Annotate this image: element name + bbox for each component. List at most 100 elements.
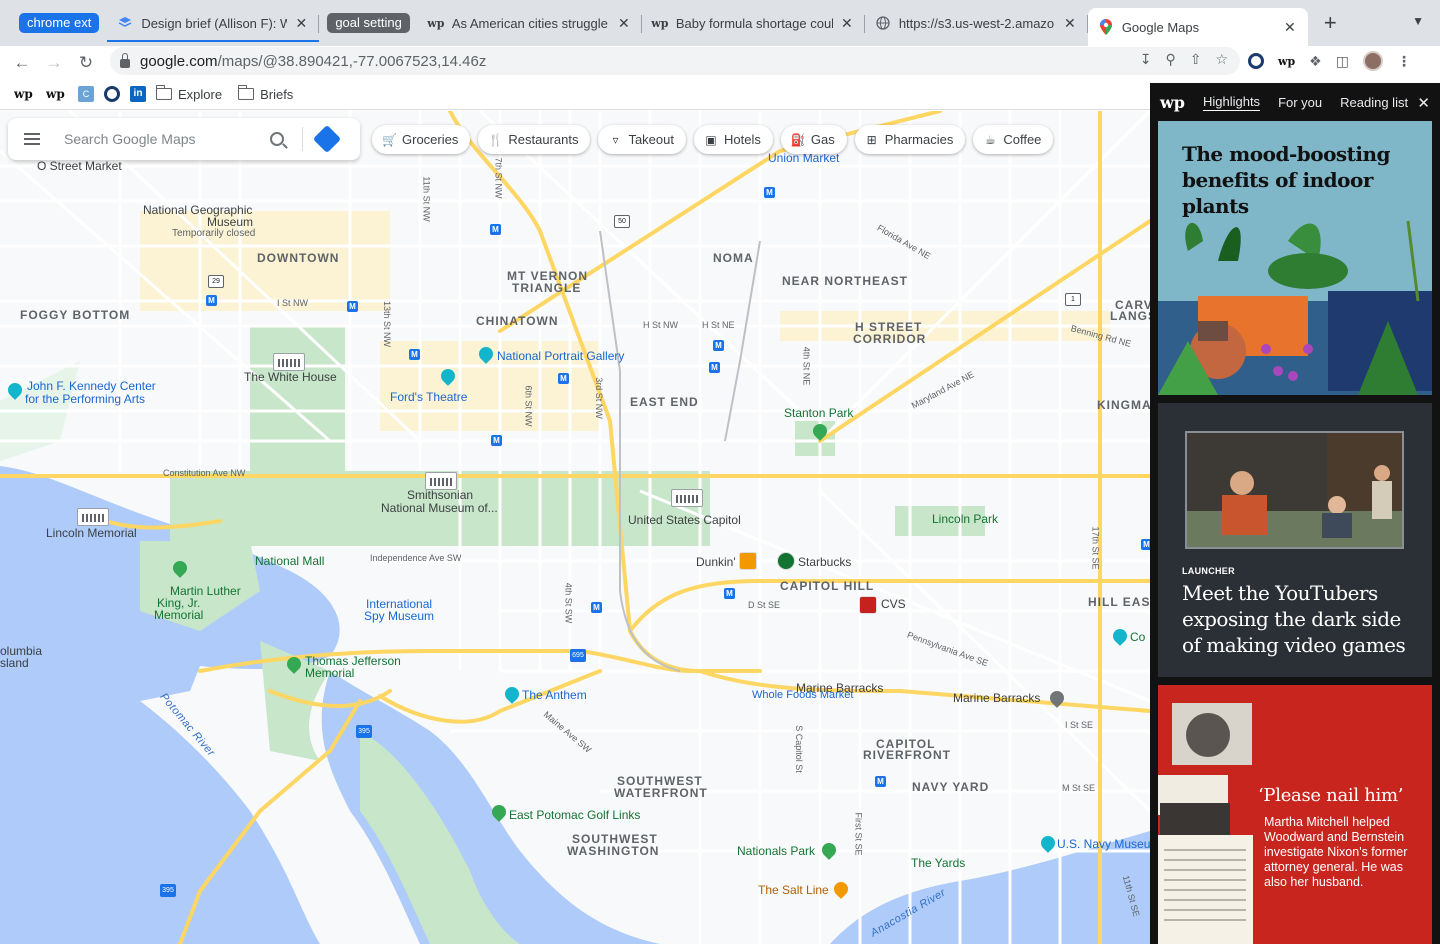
- extensions-puzzle-icon[interactable]: ❖: [1309, 53, 1322, 70]
- poi-lincoln-park[interactable]: Lincoln Park: [932, 512, 998, 526]
- metro-icon[interactable]: M: [875, 776, 886, 787]
- poi-jefferson-memorial[interactable]: Memorial: [305, 666, 354, 680]
- metro-icon[interactable]: M: [713, 340, 724, 351]
- poi-national-museum[interactable]: National Museum of...: [381, 501, 498, 515]
- menu-icon[interactable]: [24, 133, 40, 145]
- tab-group-goal-setting[interactable]: goal setting: [327, 13, 410, 33]
- close-panel-icon[interactable]: ✕: [1417, 94, 1430, 112]
- close-tab-icon[interactable]: ✕: [1062, 15, 1078, 32]
- metro-icon[interactable]: M: [409, 349, 420, 360]
- tab-highlights[interactable]: Highlights: [1202, 94, 1261, 111]
- poi-spy-museum[interactable]: Spy Museum: [364, 609, 434, 623]
- close-tab-icon[interactable]: ✕: [616, 15, 632, 32]
- wp-extension-icon[interactable]: wp: [1278, 55, 1295, 68]
- metro-icon[interactable]: M: [764, 187, 775, 198]
- back-icon[interactable]: ←: [6, 53, 38, 73]
- tab-google-maps[interactable]: Google Maps ✕: [1087, 8, 1308, 46]
- poi-stanton-park[interactable]: Stanton Park: [784, 406, 853, 420]
- poi-o-street-market[interactable]: O Street Market: [37, 159, 122, 173]
- map-canvas[interactable]: DOWNTOWN FOGGY BOTTOM MT VERNON TRIANGLE…: [0, 111, 1150, 944]
- bookmark-circle-icon[interactable]: [104, 86, 120, 102]
- article-card-martha-mitchell[interactable]: ‘Please nail him’ Martha Mitchell helped…: [1158, 685, 1432, 944]
- poi-mlk-3[interactable]: Memorial: [154, 608, 203, 622]
- lock-icon[interactable]: [120, 52, 130, 68]
- bookmark-star-icon[interactable]: ☆: [1215, 51, 1228, 68]
- close-tab-icon[interactable]: ✕: [839, 15, 855, 32]
- search-input[interactable]: [64, 131, 254, 147]
- metro-icon[interactable]: M: [558, 373, 569, 384]
- chip-hotels[interactable]: ▣ Hotels: [694, 125, 773, 154]
- install-icon[interactable]: ↧: [1140, 51, 1152, 68]
- tab-group-chrome-ext[interactable]: chrome ext: [19, 13, 100, 33]
- chip-gas[interactable]: ⛽ Gas: [780, 125, 847, 154]
- chip-pharmacies[interactable]: ⊞ Pharmacies: [854, 125, 966, 154]
- metro-icon[interactable]: M: [1141, 539, 1150, 550]
- poi-lincoln-memorial[interactable]: Lincoln Memorial: [46, 526, 137, 540]
- metro-icon[interactable]: M: [591, 602, 602, 613]
- metro-icon[interactable]: M: [490, 224, 501, 235]
- metro-icon[interactable]: M: [347, 301, 358, 312]
- white-house-icon[interactable]: [273, 353, 305, 371]
- tab-for-you[interactable]: For you: [1278, 95, 1322, 110]
- chip-groceries[interactable]: 🛒 Groceries: [372, 125, 471, 154]
- poi-smithsonian[interactable]: Smithsonian: [407, 488, 473, 502]
- lincoln-memorial-icon[interactable]: [77, 508, 109, 526]
- close-tab-icon[interactable]: ✕: [293, 15, 309, 32]
- tab-baby-formula[interactable]: wp Baby formula shortage coulc ✕: [642, 0, 865, 46]
- poi-starbucks[interactable]: Starbucks: [798, 555, 851, 569]
- poi-museum-label[interactable]: Museum: [207, 215, 253, 229]
- poi-the-yards[interactable]: The Yards: [911, 856, 965, 870]
- poi-cvs[interactable]: CVS: [881, 597, 906, 611]
- poi-the-anthem[interactable]: The Anthem: [522, 688, 587, 702]
- cvs-icon[interactable]: [859, 596, 877, 614]
- bookmark-folder-briefs[interactable]: Briefs: [237, 85, 293, 102]
- search-icon[interactable]: [270, 132, 284, 146]
- address-bar[interactable]: google.com/maps/@38.890421,-77.0067523,1…: [110, 47, 1240, 75]
- poi-nationals-park[interactable]: Nationals Park: [737, 844, 815, 858]
- poi-whole-foods[interactable]: Whole Foods Market: [752, 689, 853, 701]
- forward-icon[interactable]: →: [38, 53, 70, 73]
- poi-white-house[interactable]: The White House: [244, 370, 337, 384]
- extension-circle-icon[interactable]: [1248, 53, 1264, 69]
- metro-icon[interactable]: M: [724, 588, 735, 599]
- poi-fords-theatre[interactable]: Ford's Theatre: [390, 390, 467, 404]
- metro-icon[interactable]: M: [709, 362, 720, 373]
- tab-reading-list[interactable]: Reading list: [1340, 95, 1408, 110]
- zoom-icon[interactable]: ⚲: [1165, 51, 1175, 68]
- chip-restaurants[interactable]: 🍴 Restaurants: [478, 125, 591, 154]
- article-card-plants[interactable]: The mood-boosting benefits of indoor pla…: [1158, 121, 1432, 395]
- bookmark-wp-2[interactable]: wp: [46, 87, 68, 101]
- poi-dunkin[interactable]: Dunkin': [696, 555, 736, 569]
- poi-co[interactable]: Co: [1130, 630, 1145, 644]
- poi-performing-arts[interactable]: for the Performing Arts: [25, 392, 145, 406]
- chip-takeout[interactable]: ▿ Takeout: [598, 125, 686, 154]
- article-card-youtubers[interactable]: LAUNCHER Meet the YouTubers exposing the…: [1158, 403, 1432, 677]
- poi-national-portrait-gallery[interactable]: National Portrait Gallery: [497, 349, 624, 363]
- poi-kennedy-center[interactable]: John F. Kennedy Center: [27, 379, 156, 393]
- new-tab-button[interactable]: +: [1324, 10, 1337, 36]
- poi-navy-museum[interactable]: U.S. Navy Museu: [1057, 837, 1150, 851]
- poi-national-mall[interactable]: National Mall: [255, 554, 324, 568]
- profile-avatar[interactable]: [1362, 51, 1383, 71]
- starbucks-icon[interactable]: [777, 552, 795, 570]
- close-tab-icon[interactable]: ✕: [1282, 19, 1298, 36]
- tab-design-brief[interactable]: Design brief (Allison F): Was ✕: [107, 0, 320, 46]
- poi-east-potomac-golf[interactable]: East Potomac Golf Links: [509, 808, 640, 822]
- bookmark-c-icon[interactable]: C: [78, 86, 94, 102]
- linkedin-icon[interactable]: in: [130, 86, 146, 102]
- kebab-menu-icon[interactable]: ⋮: [1397, 53, 1411, 70]
- tab-s3-amazon[interactable]: https://s3.us-west-2.amazo ✕: [865, 0, 1088, 46]
- share-icon[interactable]: ⇧: [1190, 51, 1202, 68]
- poi-marine-barracks-2[interactable]: Marine Barracks: [953, 691, 1040, 705]
- directions-icon[interactable]: [312, 124, 342, 154]
- tab-search-icon[interactable]: ▼: [1412, 14, 1424, 28]
- dunkin-icon[interactable]: [739, 552, 757, 570]
- side-panel-icon[interactable]: ◫: [1336, 53, 1349, 70]
- metro-icon[interactable]: M: [206, 295, 217, 306]
- bookmark-folder-explore[interactable]: Explore: [155, 85, 222, 102]
- bookmark-wp-1[interactable]: wp: [14, 87, 36, 101]
- metro-icon[interactable]: M: [491, 435, 502, 446]
- tab-american-cities[interactable]: wp As American cities struggle ✕: [418, 0, 642, 46]
- poi-us-capitol[interactable]: United States Capitol: [628, 513, 741, 527]
- poi-salt-line[interactable]: The Salt Line: [758, 883, 829, 897]
